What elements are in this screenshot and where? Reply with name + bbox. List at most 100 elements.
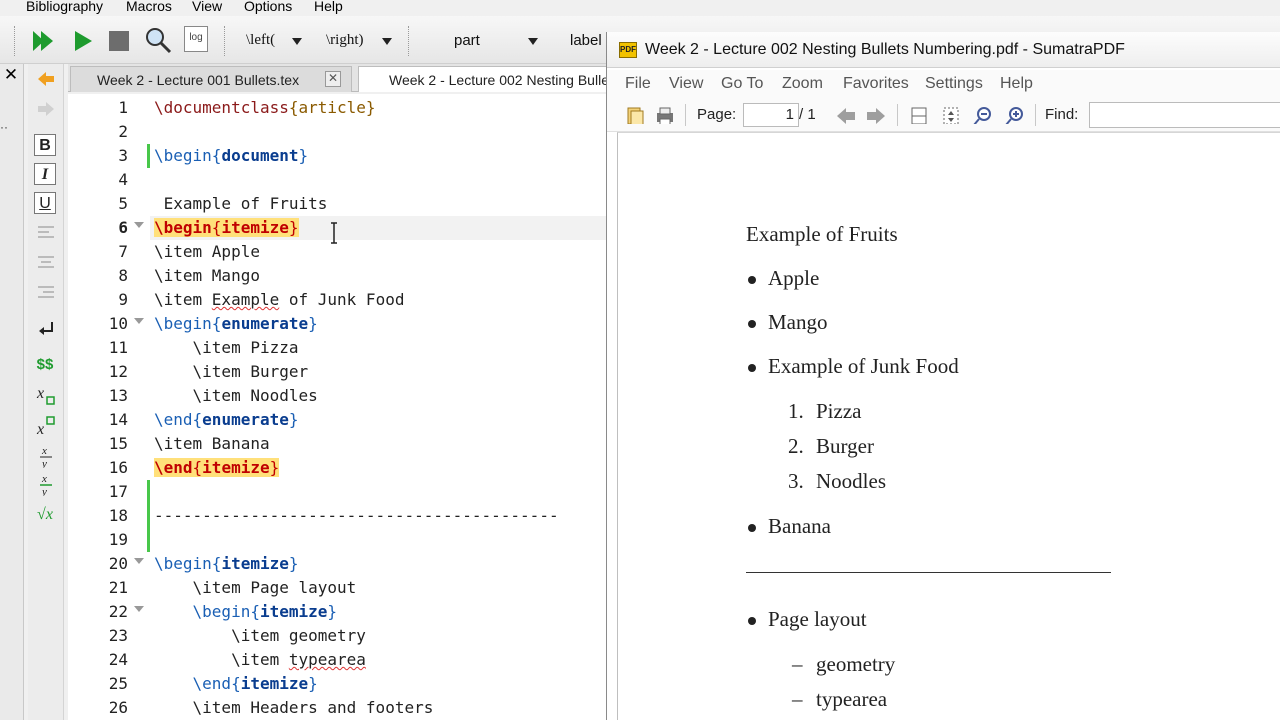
line-number: 7 [118,242,128,261]
code-text: of Junk Food [279,290,405,309]
tab-lecture-002[interactable]: Week 2 - Lecture 002 Nesting Bulle [358,66,613,92]
arrow-right-icon[interactable] [36,100,56,118]
tab-lecture-001-title: Week 2 - Lecture 001 Bullets.tex [97,72,300,88]
line-number: 1 [118,98,128,117]
underline-button[interactable]: U [34,192,56,214]
doc-numbered-item: Noodles [816,469,886,493]
menu-view[interactable]: View [669,75,703,93]
line-number: 12 [108,362,128,381]
section-combo[interactable]: part [454,26,544,56]
change-marker [147,480,150,552]
compile-icon[interactable] [72,28,94,54]
pdf-page[interactable]: Example of Fruits Apple Mango Example of… [617,132,1280,720]
menu-help[interactable]: Help [314,0,343,14]
arg: document [221,146,299,165]
texstudio-menubar: Bibliography Macros View Options Help [0,0,1280,16]
spellcheck-word: Example [211,290,280,309]
align-right-icon[interactable] [37,284,55,300]
svg-text:x: x [36,385,44,402]
menu-view[interactable]: View [192,0,222,14]
inline-math-button[interactable]: $$ [34,354,56,376]
right-delimiter-combo[interactable]: \right) [326,26,396,56]
menu-options[interactable]: Options [244,0,292,14]
fold-arrow-icon[interactable] [134,606,144,612]
line-number: 26 [108,698,128,717]
bold-button[interactable]: B [34,134,56,156]
align-center-icon[interactable] [37,254,55,270]
cmd: \end [154,410,193,429]
line-number: 8 [118,266,128,285]
arg: enumerate [221,314,309,333]
menu-favorites[interactable]: Favorites [843,75,909,93]
zoom-out-icon[interactable] [973,106,993,124]
subscript-icon[interactable]: x [36,384,58,408]
doc-numbered-item: Burger [816,434,874,458]
dfrac-icon[interactable]: xy [38,472,56,496]
arg: itemize [240,674,309,693]
line-number: 13 [108,386,128,405]
cmd: \begin [154,218,212,237]
arg: itemize [221,218,289,237]
build-and-view-icon[interactable] [30,28,56,54]
sumatra-app-icon: PDF [619,42,637,58]
code-editor[interactable]: 1 2 3 4 5 6 7 8 9 10 11 12 13 14 15 16 17 18 19 20 21 22 23 24 2… [68,94,608,720]
close-panel-button[interactable]: ✕ [0,64,22,88]
menu-macros[interactable]: Macros [126,0,172,14]
fold-arrow-icon[interactable] [134,318,144,324]
line-number: 3 [118,146,128,165]
menu-settings[interactable]: Settings [925,75,983,93]
cmd: \begin [154,554,212,573]
left-delimiter-combo[interactable]: \left( [244,26,308,56]
code-line-1: \documentclass{article} [154,96,376,120]
menu-zoom[interactable]: Zoom [782,75,823,93]
fold-arrow-icon[interactable] [134,558,144,564]
line-number: 10 [108,314,128,333]
log-icon[interactable]: log [184,26,208,52]
svg-text:y: y [41,458,47,468]
label-combo[interactable]: label [570,26,610,56]
fold-arrow-icon[interactable] [134,222,144,228]
fit-page-icon[interactable] [909,106,929,124]
code-line-12: \item Burger [154,362,309,381]
open-icon[interactable] [625,106,645,124]
sqrt-button[interactable]: √x [34,504,56,526]
menu-file[interactable]: File [625,75,651,93]
line-number: 9 [118,290,128,309]
magnifier-icon[interactable] [144,26,172,54]
align-left-icon[interactable] [37,224,55,240]
tab-lecture-001[interactable]: Week 2 - Lecture 001 Bullets.tex ✕ [70,66,352,92]
code-line-3: \begin{document} [154,146,309,165]
text-cursor-icon [331,222,337,244]
bullet-marker [748,320,756,328]
menu-goto[interactable]: Go To [721,75,763,93]
code-line-20: \begin{itemize} [154,554,299,573]
toolbar-separator [408,26,409,56]
print-icon[interactable] [655,106,675,124]
line-number: 25 [108,674,128,693]
close-tab-icon[interactable]: ✕ [325,71,341,87]
superscript-icon[interactable]: x [36,414,58,438]
sumatra-title-bar: PDF Week 2 - Lecture 002 Nesting Bullets… [607,32,1280,68]
page-number-input[interactable]: 1 [743,103,799,127]
arrow-left-icon[interactable] [36,70,56,88]
next-page-icon[interactable] [865,106,887,124]
menu-bibliography[interactable]: Bibliography [26,0,103,14]
more-icon[interactable]: ·· [0,120,8,134]
code-line-24: \item typearea [154,648,366,672]
structure-side-panel: ·· [0,64,24,720]
change-marker [147,144,150,168]
previous-page-icon[interactable] [835,106,857,124]
fit-width-icon[interactable] [941,106,961,124]
stop-icon[interactable] [108,30,130,52]
formatting-sidebar: B I U $$ x x xy xy √x [28,64,64,720]
zoom-in-icon[interactable] [1005,106,1025,124]
svg-text:x: x [41,445,47,457]
newline-icon[interactable] [37,320,55,338]
find-input[interactable] [1089,102,1280,128]
menu-help[interactable]: Help [1000,75,1033,93]
fraction-icon[interactable]: xy [38,444,56,468]
italic-button[interactable]: I [34,163,56,185]
line-number: 16 [108,458,128,477]
doc-number: 1. [788,399,804,423]
left-delimiter-value: \left( [246,32,276,48]
